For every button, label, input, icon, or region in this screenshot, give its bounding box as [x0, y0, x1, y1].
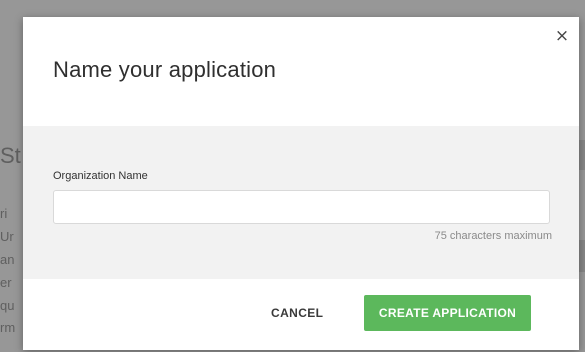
backdrop-line: er [0, 275, 12, 290]
dialog-title: Name your application [53, 57, 277, 82]
character-limit-hint: 75 characters maximum [434, 230, 552, 242]
dialog-header: Name your application × [23, 17, 579, 126]
backdrop-line: ri [0, 206, 8, 221]
backdrop-heading: St [0, 143, 21, 168]
dialog-body: Organization Name 75 characters maximum [23, 126, 579, 279]
backdrop-line: an [0, 252, 15, 267]
name-application-dialog: Name your application × Organization Nam… [23, 17, 579, 350]
backdrop-line: qu [0, 298, 15, 313]
organization-name-input[interactable] [53, 190, 550, 224]
dialog-footer: CANCEL CREATE APPLICATION [23, 279, 579, 350]
create-application-button[interactable]: CREATE APPLICATION [364, 295, 531, 331]
close-icon[interactable]: × [553, 27, 571, 45]
organization-name-label: Organization Name [53, 170, 148, 182]
backdrop-right-edge [579, 140, 585, 170]
cancel-button[interactable]: CANCEL [259, 295, 335, 331]
backdrop-right-edge [579, 240, 585, 272]
backdrop-line: rm [0, 320, 16, 335]
backdrop-line: Ur [0, 229, 14, 244]
